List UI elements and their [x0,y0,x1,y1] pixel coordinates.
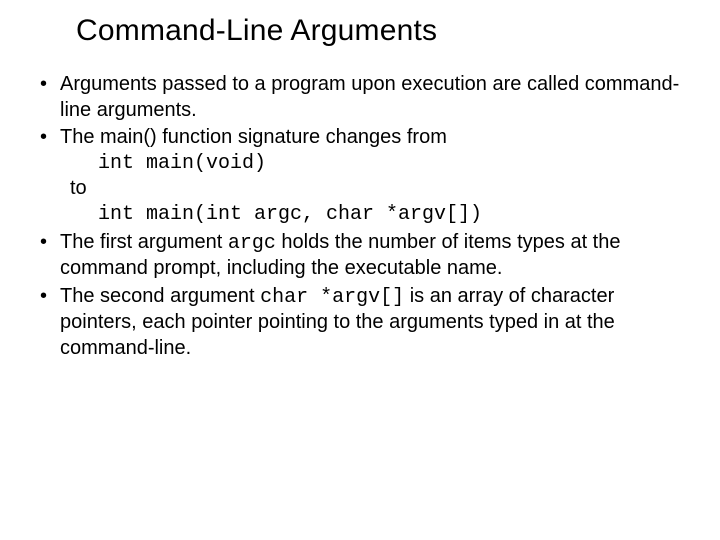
slide: Command-Line Arguments Arguments passed … [0,0,720,540]
bullet-item: Arguments passed to a program upon execu… [36,72,680,123]
bullet-text: The main() function signature changes fr… [60,126,447,148]
bullet-text: to [60,176,680,202]
bullet-list: Arguments passed to a program upon execu… [28,72,692,362]
slide-title: Command-Line Arguments [76,14,692,48]
bullet-item: The first argument argc holds the number… [36,230,680,282]
bullet-item: The main() function signature changes fr… [36,125,680,227]
bullet-text: Arguments passed to a program upon execu… [60,73,679,121]
bullet-item: The second argument char *argv[] is an a… [36,284,680,362]
inline-code: char *argv[] [260,286,404,309]
code-line: int main(int argc, char *argv[]) [60,202,680,228]
code-line: int main(void) [60,151,680,177]
inline-code: argc [228,232,276,255]
bullet-text: The first argument [60,231,228,253]
bullet-text: The second argument [60,285,260,307]
